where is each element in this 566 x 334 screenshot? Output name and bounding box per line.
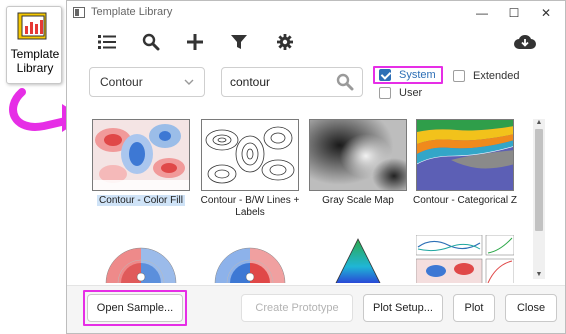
gallery-scrollbar[interactable]: ▲ ▼ xyxy=(533,119,545,279)
user-checkbox[interactable] xyxy=(379,87,391,99)
filter-icon xyxy=(231,35,247,49)
template-gallery: Contour - Color Fill Contour - B/W Lines… xyxy=(89,113,545,283)
list-view-button[interactable] xyxy=(95,31,119,53)
template-library-shortcut[interactable]: Template Library xyxy=(6,6,62,84)
search-button[interactable] xyxy=(139,31,163,53)
create-prototype-button[interactable]: Create Prototype xyxy=(241,294,353,322)
search-icon xyxy=(142,33,160,51)
extended-label: Extended xyxy=(473,70,520,82)
window-title: Template Library xyxy=(91,6,173,18)
title-bar: Template Library — ☐ ✕ xyxy=(67,1,565,25)
template-thumbnail xyxy=(201,119,299,191)
template-thumbnail xyxy=(309,235,407,283)
add-icon xyxy=(187,34,203,50)
search-box xyxy=(221,67,363,97)
close-button[interactable]: Close xyxy=(505,294,557,322)
minimize-button[interactable]: — xyxy=(473,4,491,22)
scrollbar-thumb[interactable] xyxy=(535,129,543,231)
add-button[interactable] xyxy=(183,31,207,53)
close-window-button[interactable]: ✕ xyxy=(537,4,555,22)
search-icon[interactable] xyxy=(336,73,354,91)
toolbar xyxy=(67,25,565,59)
template-caption: Contour - B/W Lines + Labels xyxy=(200,195,300,218)
filter-bar: Contour System User Extended xyxy=(67,59,565,109)
category-value: Contour xyxy=(100,75,143,89)
app-window-icon xyxy=(73,7,85,18)
plot-button[interactable]: Plot xyxy=(453,294,495,322)
system-checkbox[interactable] xyxy=(379,69,391,81)
filter-button[interactable] xyxy=(227,31,251,53)
template-thumbnail xyxy=(92,235,190,283)
chevron-down-icon xyxy=(184,79,194,85)
search-input[interactable] xyxy=(230,74,334,90)
download-button[interactable] xyxy=(513,31,537,53)
template-caption: Contour - Color Fill xyxy=(97,195,185,206)
settings-icon xyxy=(277,34,293,50)
plot-setup-button[interactable]: Plot Setup... xyxy=(363,294,443,322)
category-dropdown[interactable]: Contour xyxy=(89,67,205,97)
extended-checkbox[interactable] xyxy=(453,70,465,82)
scroll-up-arrow-icon[interactable]: ▲ xyxy=(533,119,545,127)
cloud-download-icon xyxy=(514,35,536,49)
scroll-down-arrow-icon[interactable]: ▼ xyxy=(533,271,545,279)
user-label: User xyxy=(399,87,423,99)
settings-button[interactable] xyxy=(273,31,297,53)
template-caption: Contour - Categorical Z xyxy=(413,195,517,206)
maximize-button[interactable]: ☐ xyxy=(505,4,523,22)
system-label: System xyxy=(399,69,436,81)
stage: Template Library Template Library — ☐ ✕ xyxy=(0,0,566,334)
template-thumbnail xyxy=(416,235,514,283)
template-library-icon xyxy=(17,12,47,40)
template-thumbnail xyxy=(416,119,514,191)
template-thumbnail xyxy=(309,119,407,191)
template-thumbnail xyxy=(92,119,190,191)
shortcut-label: Template Library xyxy=(10,47,60,75)
open-sample-button[interactable]: Open Sample... xyxy=(87,294,183,322)
template-caption: Gray Scale Map xyxy=(322,195,394,206)
template-library-window: Template Library — ☐ ✕ Contour contour S… xyxy=(66,0,566,334)
footer-bar: Open Sample... Create Prototype Plot Set… xyxy=(67,285,565,333)
list-icon xyxy=(98,35,116,49)
template-thumbnail xyxy=(201,235,299,283)
